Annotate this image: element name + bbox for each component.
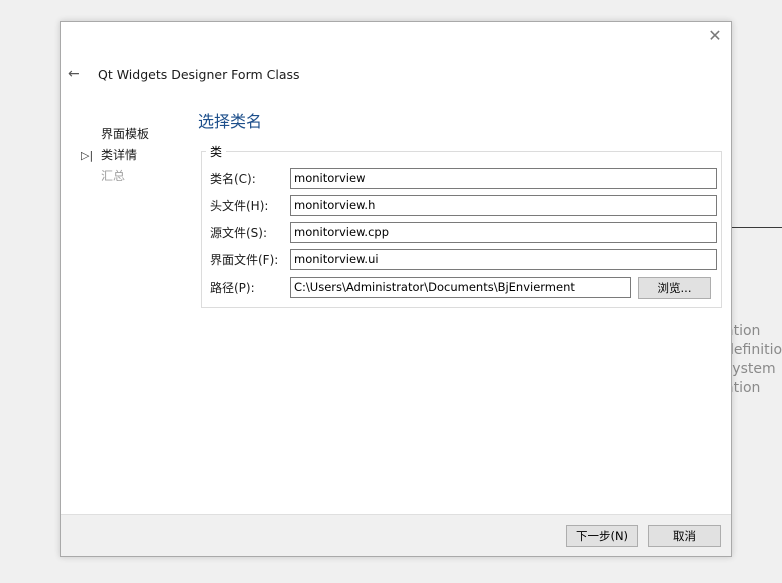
groupbox-label: 类 bbox=[206, 143, 227, 160]
background-text-line: ation bbox=[731, 323, 761, 339]
header-file-input[interactable]: monitorview.h bbox=[290, 195, 717, 216]
path-label: 路径(P): bbox=[210, 281, 255, 295]
background-text: ation definition system ation bbox=[731, 322, 782, 398]
background-text-line: system bbox=[731, 361, 776, 377]
form-file-label: 界面文件(F): bbox=[210, 253, 279, 267]
form-class-wizard-dialog: ✕ ← Qt Widgets Designer Form Class 界面模板 … bbox=[60, 21, 732, 557]
close-icon[interactable]: ✕ bbox=[707, 28, 723, 44]
step-class-details: ▷| 类详情 bbox=[81, 145, 149, 166]
dialog-footer: 下一步(N) 取消 bbox=[61, 514, 731, 556]
background-text-line: ation bbox=[731, 380, 761, 396]
dialog-title: Qt Widgets Designer Form Class bbox=[98, 67, 300, 82]
step-form-template: 界面模板 bbox=[81, 124, 149, 145]
current-step-icon: ▷| bbox=[81, 149, 94, 162]
background-divider bbox=[731, 227, 782, 228]
browse-button[interactable]: 浏览... bbox=[638, 277, 711, 299]
step-label: 汇总 bbox=[101, 169, 126, 183]
path-input[interactable]: C:\Users\Administrator\Documents\BjEnvie… bbox=[290, 277, 631, 298]
back-arrow-icon[interactable]: ← bbox=[68, 66, 84, 82]
wizard-steps: 界面模板 ▷| 类详情 汇总 bbox=[81, 124, 149, 187]
source-file-input[interactable]: monitorview.cpp bbox=[290, 222, 717, 243]
class-name-input[interactable]: monitorview bbox=[290, 168, 717, 189]
class-name-label: 类名(C): bbox=[210, 172, 256, 186]
background-text-line: definition bbox=[731, 342, 782, 358]
form-file-input[interactable]: monitorview.ui bbox=[290, 249, 717, 270]
cancel-button[interactable]: 取消 bbox=[648, 525, 721, 547]
step-label: 界面模板 bbox=[101, 127, 150, 141]
header-file-label: 头文件(H): bbox=[210, 199, 269, 213]
page-title: 选择类名 bbox=[198, 112, 263, 131]
step-summary: 汇总 bbox=[81, 166, 149, 187]
source-file-label: 源文件(S): bbox=[210, 226, 268, 240]
step-label: 类详情 bbox=[101, 148, 138, 162]
next-button[interactable]: 下一步(N) bbox=[566, 525, 638, 547]
